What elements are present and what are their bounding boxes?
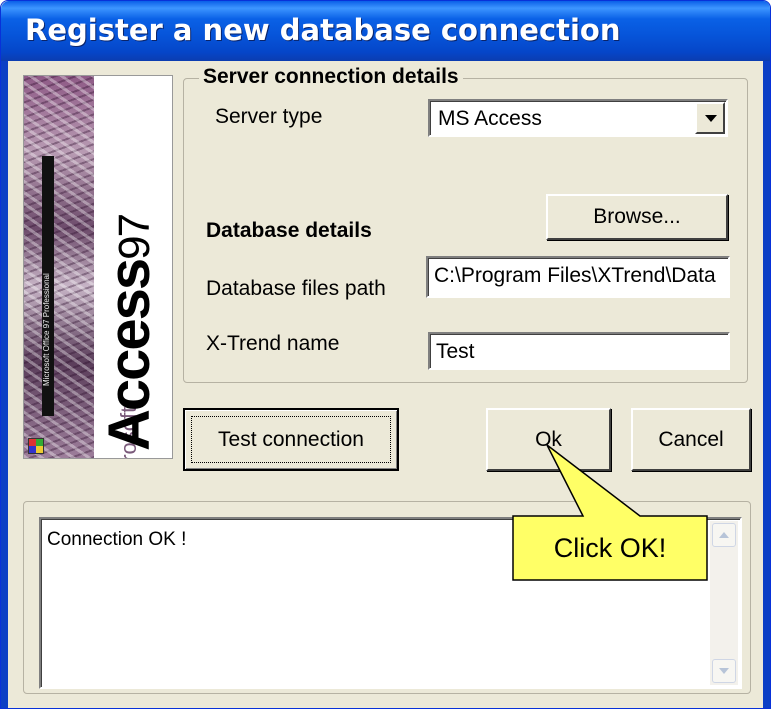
database-path-label: Database files path [206, 277, 386, 300]
database-details-label: Database details [206, 219, 372, 242]
callout-text: Click OK! [553, 532, 667, 563]
output-scrollbar[interactable] [710, 521, 738, 685]
cancel-button[interactable]: Cancel [631, 408, 751, 471]
window-frame-right [763, 61, 770, 708]
office-logo-icon [28, 438, 44, 454]
window-frame-left [1, 61, 8, 708]
access-splash-image: Microsoft Office 97 Professional Microso… [23, 75, 173, 459]
dialog-window: Register a new database connection Micro… [0, 0, 771, 709]
test-connection-button[interactable]: Test connection [183, 408, 399, 471]
splash-tagline: Microsoft Office 97 Professional [42, 273, 51, 386]
arrow-down-icon [719, 668, 729, 674]
chevron-down-icon [705, 115, 717, 122]
title-bar[interactable]: Register a new database connection [1, 1, 770, 61]
ok-button[interactable]: Ok [486, 408, 611, 471]
server-type-value: MS Access [438, 107, 542, 130]
server-type-dropdown-button[interactable] [695, 102, 725, 134]
splash-photo [24, 76, 94, 458]
server-connection-legend: Server connection details [199, 65, 463, 89]
browse-button[interactable]: Browse... [546, 194, 728, 240]
splash-product-name: Access [97, 259, 162, 451]
server-type-label: Server type [215, 105, 323, 128]
server-type-select[interactable]: MS Access [428, 99, 728, 137]
xtrend-name-label: X-Trend name [206, 332, 340, 355]
xtrend-name-input[interactable]: Test [428, 332, 730, 370]
window-title: Register a new database connection [25, 13, 621, 47]
output-message: Connection OK ! [47, 529, 187, 550]
database-path-input[interactable]: C:\Program Files\XTrend\Data [426, 256, 730, 298]
focus-ring [191, 416, 391, 463]
arrow-up-icon [719, 532, 729, 538]
scroll-up-button[interactable] [712, 523, 736, 547]
splash-product-text: Access97 [96, 151, 163, 451]
scroll-down-button[interactable] [712, 659, 736, 683]
splash-version: 97 [110, 214, 159, 260]
